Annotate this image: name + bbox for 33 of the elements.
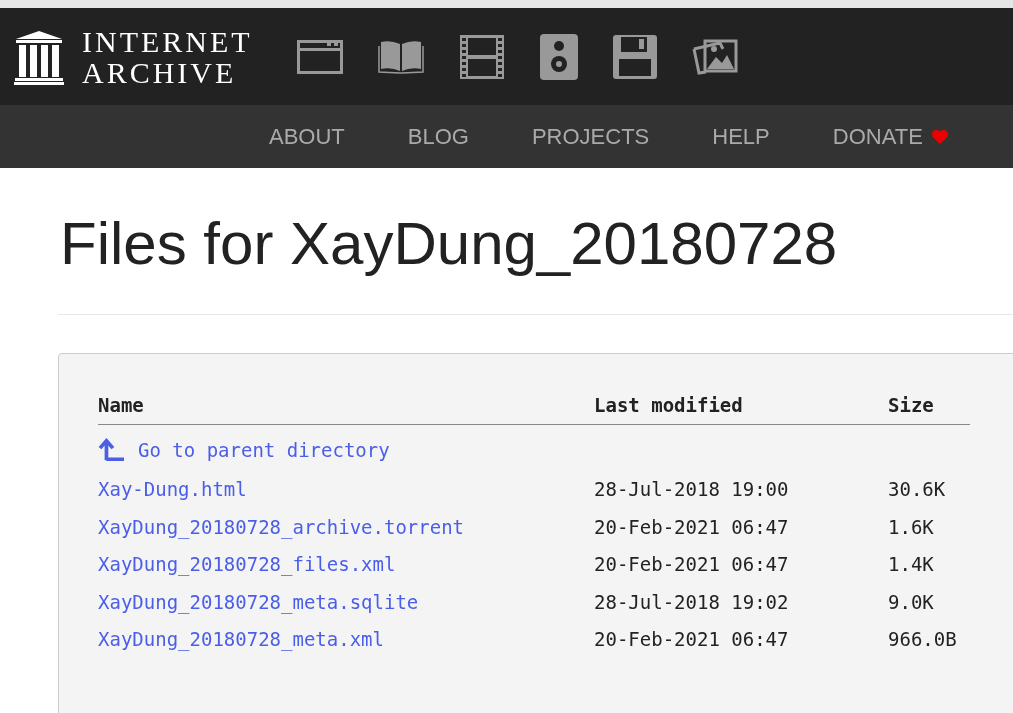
- file-link[interactable]: XayDung_20180728_files.xml: [98, 553, 396, 576]
- file-size: 9.0K: [888, 590, 934, 613]
- file-link[interactable]: Xay-Dung.html: [98, 478, 247, 501]
- column-header: Name: [98, 394, 144, 416]
- file-link[interactable]: XayDung_20180728_meta.xml: [98, 628, 384, 651]
- up-arrow-icon: [98, 437, 126, 462]
- modified-date: 20-Feb-2021 06:47: [594, 553, 789, 576]
- film-strip-icon[interactable]: [458, 33, 505, 80]
- column-header: Last modified: [594, 394, 743, 416]
- logo-text[interactable]: INTERNET: [82, 25, 253, 57]
- file-link[interactable]: XayDung_20180728_archive.torrent: [98, 515, 465, 538]
- parent-directory-link[interactable]: Go to parent directory: [98, 437, 390, 462]
- file-link[interactable]: XayDung_20180728_meta.sqlite: [98, 590, 419, 613]
- book-icon[interactable]: [377, 39, 424, 74]
- nav-link[interactable]: HELP: [712, 123, 770, 150]
- modified-date: 20-Feb-2021 06:47: [594, 515, 789, 538]
- file-size: 1.4K: [888, 553, 934, 576]
- browser-window-icon[interactable]: [296, 39, 343, 74]
- modified-date: 20-Feb-2021 06:47: [594, 628, 789, 651]
- file-size: 30.6K: [888, 478, 946, 501]
- nav-link[interactable]: PROJECTS: [531, 123, 650, 150]
- nav-link[interactable]: BLOG: [407, 123, 469, 150]
- file-size: 966.0B: [888, 628, 957, 651]
- nav-link[interactable]: ABOUT: [269, 123, 345, 150]
- column-header: Size: [888, 394, 934, 416]
- modified-date: 28-Jul-2018 19:02: [594, 590, 789, 613]
- modified-date: 28-Jul-2018 19:00: [594, 478, 789, 501]
- speaker-icon[interactable]: [539, 33, 578, 80]
- logo-text[interactable]: ARCHIVE: [82, 56, 253, 88]
- page-title: Files for XayDung_20180728: [60, 209, 839, 279]
- file-size: 1.6K: [888, 515, 934, 538]
- nav-link[interactable]: DONATE: [832, 123, 949, 150]
- temple-logo-icon[interactable]: [14, 28, 64, 85]
